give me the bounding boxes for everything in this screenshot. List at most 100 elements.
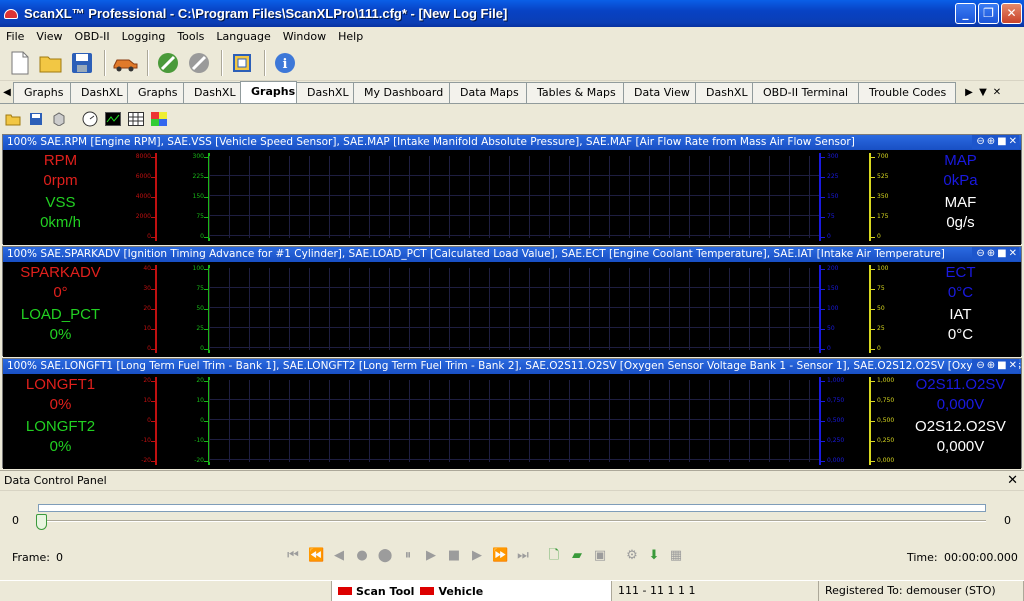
tab-close-icon[interactable]: ✕ [990,83,1004,103]
right-series-value: 0,000V [936,438,985,455]
axis-tick-label: -10 [194,437,204,444]
dcp-frame-slider-thumb[interactable] [36,514,47,530]
tab-dashxl-4[interactable]: DashXL [695,82,753,103]
tab-data-maps[interactable]: Data Maps [449,82,527,103]
save-icon[interactable] [27,110,45,128]
open-icon[interactable] [4,110,22,128]
tab-graphs-active[interactable]: Graphs [240,81,297,103]
layout-icon[interactable] [228,49,256,77]
info-icon[interactable]: i [271,49,299,77]
tab-dashxl-1[interactable]: DashXL [70,82,128,103]
open-folder-icon[interactable] [37,49,65,77]
graph-icon[interactable] [104,110,122,128]
right-series-value: 0,000V [936,396,985,413]
window-title: ScanXL™ Professional - C:\Program Files\… [24,6,508,21]
menu-logging[interactable]: Logging [116,30,172,43]
tab-scroll-right-icon[interactable]: ▶ [962,83,976,103]
menu-view[interactable]: View [30,30,68,43]
graph-plot-area[interactable] [209,156,819,238]
tab-trouble-codes[interactable]: Trouble Codes [858,82,956,103]
step-back-icon[interactable]: ◀ [331,549,347,563]
graph-plot-area[interactable] [209,380,819,462]
grid-log-icon[interactable]: ▦ [668,549,684,563]
tab-data-view[interactable]: Data View [623,82,696,103]
menu-obd2[interactable]: OBD-II [69,30,116,43]
connect-icon[interactable] [154,49,182,77]
tab-tables-maps[interactable]: Tables & Maps [526,82,624,103]
close-button[interactable]: ✕ [1001,3,1022,24]
tab-dashxl-2[interactable]: DashXL [183,82,241,103]
panel-controls[interactable]: ⊖⊕■✕ [972,135,1019,149]
new-file-icon[interactable] [6,49,34,77]
data-control-panel: Data Control Panel ✕ 0 0 Frame: 0 ⏮ ⏪ ◀ … [0,470,1024,576]
save-log-icon[interactable]: ▣ [592,549,608,563]
axis-tick-label: 10 [196,397,204,404]
cube-icon[interactable] [50,110,68,128]
frame-value: 0 [56,551,63,564]
graph-plot-area[interactable] [209,268,819,350]
stop-icon[interactable]: ■ [446,549,462,563]
last-frame-icon[interactable]: ⏭ [515,549,531,563]
tab-list-icon[interactable]: ▼ [976,83,990,103]
tab-obd2-terminal[interactable]: OBD-II Terminal [752,82,859,103]
right-series-value: 0g/s [946,214,975,231]
menu-file[interactable]: File [0,30,30,43]
axis-tick-label: 0,250 [877,437,895,444]
axis-tick-label: 20 [196,377,204,384]
export-log-icon[interactable]: ⬇ [646,549,662,563]
axis-tick [204,381,208,382]
table-icon[interactable] [127,110,145,128]
first-frame-icon[interactable]: ⏮ [285,549,301,563]
scan-tool-led-icon [338,587,352,595]
axis-tick [151,157,155,158]
tab-graphs-1[interactable]: Graphs [13,82,71,103]
tab-my-dashboard[interactable]: My Dashboard [353,82,450,103]
heatmap-icon[interactable] [150,110,168,128]
vehicle-icon[interactable] [111,49,139,77]
open-log-icon[interactable]: ▰ [569,549,585,563]
rewind-fast-icon[interactable]: ⏪ [308,549,324,563]
tab-graphs-2[interactable]: Graphs [127,82,184,103]
panel-controls[interactable]: ⊖⊕■✕ [972,247,1019,261]
disconnect-icon[interactable] [185,49,213,77]
axis-tick-label: 6000 [135,173,151,180]
tab-dashxl-3[interactable]: DashXL [296,82,354,103]
save-icon[interactable] [68,49,96,77]
axis-tick [871,157,875,158]
stop-small-icon[interactable]: ● [354,549,370,563]
axis-tick-label: 100 [192,265,204,272]
axis-tick [151,289,155,290]
dcp-frame-track[interactable] [38,520,986,522]
axis-tick [871,217,875,218]
dcp-close-icon[interactable]: ✕ [1007,471,1018,491]
menu-language[interactable]: Language [210,30,276,43]
settings-log-icon[interactable]: ⚙ [624,549,640,563]
minimize-button[interactable]: _ [955,3,976,24]
axis-tick [871,421,875,422]
menu-window[interactable]: Window [277,30,332,43]
menu-help[interactable]: Help [332,30,369,43]
menu-tools[interactable]: Tools [171,30,210,43]
axis-tick [821,441,825,442]
step-forward-icon[interactable]: ▶ [469,549,485,563]
panel-controls[interactable]: ⊖⊕■✕ [972,359,1019,373]
restore-button[interactable]: ❐ [978,3,999,24]
title-bar[interactable]: ScanXL™ Professional - C:\Program Files\… [0,0,1024,27]
fast-forward-icon[interactable]: ⏩ [492,549,508,563]
axis-tick-label: 25 [877,325,885,332]
axis-tick-label: 225 [192,173,204,180]
axis-tick-label: 350 [877,193,889,200]
axis-tick-label: 30 [143,285,151,292]
status-code: 111 - 11 1 1 1 [612,581,819,601]
svg-text:i: i [283,57,288,72]
tab-scroll-left-icon[interactable]: ◀ [0,83,14,103]
record-icon[interactable]: ⬤ [377,549,393,563]
gauge-icon[interactable] [81,110,99,128]
pause-icon[interactable]: ⏸ [400,549,416,563]
axis-tick-label: 0 [200,345,204,352]
graph-toolbar [0,108,1024,130]
axis-tick-label: 0 [827,345,831,352]
play-icon[interactable]: ▶ [423,549,439,563]
left-series-name: VSS [45,194,76,211]
new-log-icon[interactable]: 🗋 [546,549,562,563]
